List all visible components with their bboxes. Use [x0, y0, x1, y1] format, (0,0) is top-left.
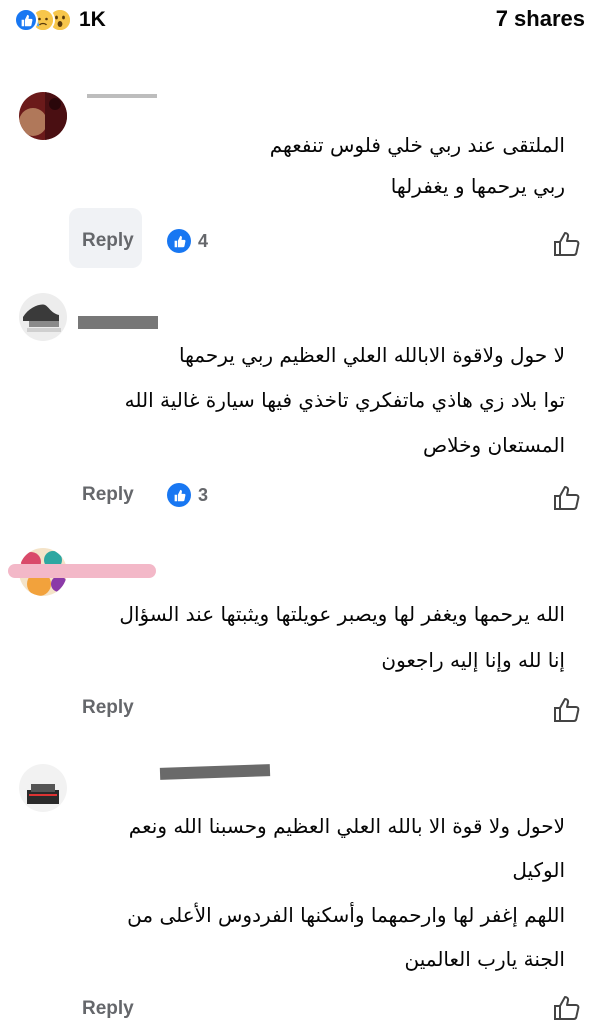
like-button-icon[interactable] — [552, 994, 582, 1022]
comment-text-line: لاحول ولا قوة الا بالله العلي العظيم وحس… — [128, 814, 565, 838]
comment-text-line: المستعان وخلاص — [422, 433, 565, 457]
shares-count[interactable]: 7 shares — [496, 6, 585, 32]
comment: الله يرحمها ويغفر لها ويصبر عويلتها ويثب… — [0, 530, 605, 740]
like-count-number: 3 — [198, 484, 209, 505]
like-icon — [14, 8, 38, 32]
like-icon — [167, 229, 191, 253]
avatar[interactable] — [19, 293, 67, 341]
comment-text-line: إنا لله وإنا إليه راجعون — [381, 648, 565, 672]
reply-button[interactable]: Reply — [82, 998, 134, 1020]
comment: الملتقى عند ربي خلي فلوس تنفعهم ربي يرحم… — [0, 70, 605, 280]
comment: لا حول ولاقوة الابالله العلي العظيم ربي … — [0, 280, 605, 530]
comment-text-line: توا بلاد زي هاذي ماتفكري تاخذي فيها سيار… — [124, 388, 565, 412]
like-button-icon[interactable] — [552, 696, 582, 724]
reply-button[interactable]: Reply — [82, 230, 134, 252]
avatar[interactable] — [19, 764, 67, 812]
comment-like-count[interactable]: 3 — [167, 483, 208, 507]
comment-text-line: الجنة يارب العالمين — [404, 947, 566, 971]
reply-button[interactable]: Reply — [82, 484, 134, 506]
reactions-summary-bar: 1K 7 shares — [0, 0, 605, 42]
comment-text-line: الوكيل — [512, 858, 565, 882]
avatar[interactable] — [19, 92, 67, 140]
comment-text-line: الله يرحمها ويغفر لها ويصبر عويلتها ويثب… — [119, 602, 565, 626]
comment-text-line: لا حول ولاقوة الابالله العلي العظيم ربي … — [178, 343, 565, 367]
comment-text-line: اللهم إغفر لها وارحمهما وأسكنها الفردوس … — [127, 903, 565, 927]
reactions-summary[interactable]: 1K — [14, 7, 106, 33]
commenter-name-redacted — [159, 764, 271, 780]
like-icon — [167, 483, 191, 507]
like-button-icon[interactable] — [552, 230, 582, 258]
like-count-number: 4 — [198, 230, 209, 251]
comment-like-count[interactable]: 4 — [167, 229, 208, 253]
like-button-icon[interactable] — [552, 484, 582, 512]
commenter-name-redacted — [8, 564, 156, 578]
reply-button[interactable]: Reply — [82, 697, 134, 719]
commenter-name-redacted — [78, 316, 158, 329]
comment-text-line: الملتقى عند ربي خلي فلوس تنفعهم — [269, 133, 565, 157]
commenter-name-redacted — [87, 94, 157, 98]
comment: لاحول ولا قوة الا بالله العلي العظيم وحس… — [0, 740, 605, 1024]
comment-text-line: ربي يرحمها و يغفرلها — [390, 174, 565, 198]
reaction-count: 1K — [79, 8, 106, 31]
